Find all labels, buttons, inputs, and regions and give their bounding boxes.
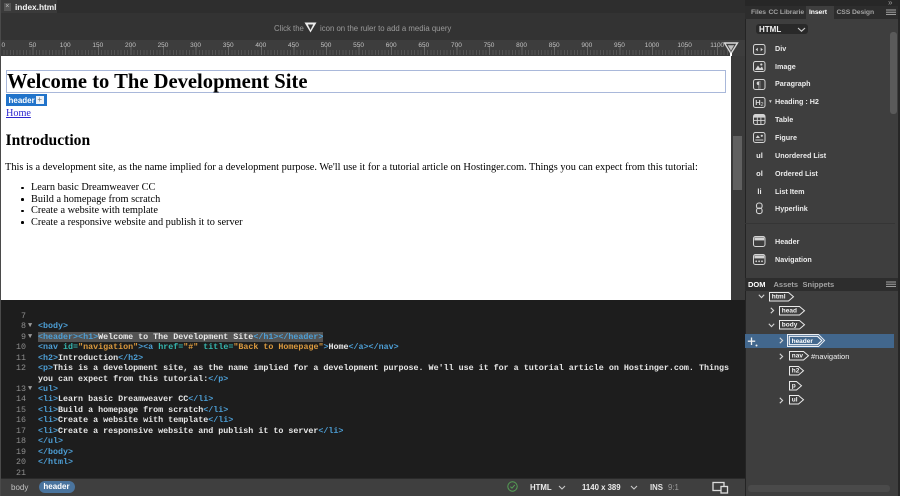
svg-text:2: 2 — [761, 101, 764, 107]
svg-text:header: header — [791, 338, 813, 345]
svg-text:head: head — [782, 308, 797, 315]
svg-text:body: body — [782, 322, 798, 329]
svg-text:nav: nav — [792, 353, 804, 360]
svg-text:html: html — [772, 293, 786, 300]
svg-text:¶: ¶ — [757, 79, 761, 89]
svg-text:h2: h2 — [791, 367, 799, 374]
svg-text:ul: ul — [791, 397, 797, 404]
svg-text:p: p — [792, 382, 796, 389]
